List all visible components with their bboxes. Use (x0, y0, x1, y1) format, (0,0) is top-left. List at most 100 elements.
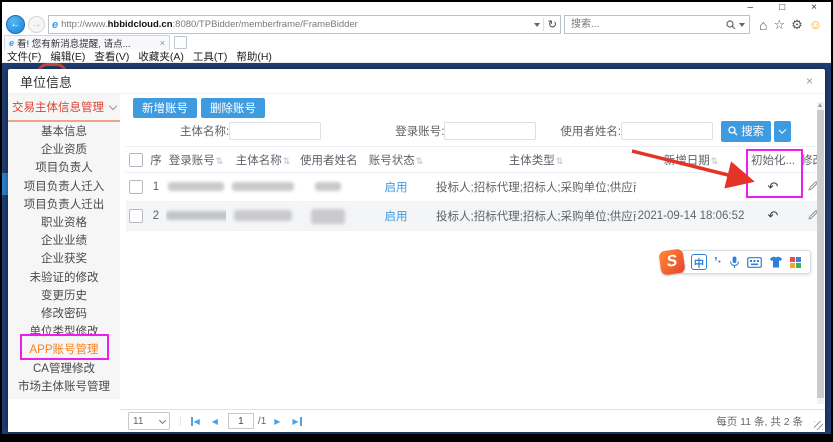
browser-menubar: 文件(F) 编辑(E) 查看(V) 收藏夹(A) 工具(T) 帮助(H) (2, 50, 831, 63)
sogou-ime-toolbar: S 中 ’· (660, 250, 811, 274)
menu-file[interactable]: 文件(F) (7, 49, 41, 64)
sidebar-item-change-history[interactable]: 变更历史 (8, 286, 120, 304)
sidebar-item-pm-move-out[interactable]: 项目负责人迁出 (8, 195, 120, 213)
sidebar-item-awards[interactable]: 企业获奖 (8, 249, 120, 267)
sidebar-item-unit-type-change[interactable]: 单位类型修改 (8, 322, 120, 340)
col-seq[interactable]: 序 (146, 147, 166, 173)
search-icon (728, 126, 738, 136)
user-name-input[interactable] (621, 122, 713, 140)
sort-icon[interactable]: ⇅ (283, 156, 291, 166)
back-button[interactable]: ← (6, 15, 25, 34)
subject-name-input[interactable] (229, 122, 321, 140)
first-page-button[interactable]: ◀ (191, 417, 200, 426)
sidebar-item-basic-info[interactable]: 基本信息 (8, 122, 120, 140)
cell-create-date: 2021-09-14 18:06:52 (636, 202, 746, 231)
menu-edit[interactable]: 编辑(E) (50, 49, 85, 64)
sidebar-item-unverified-changes[interactable]: 未验证的修改 (8, 268, 120, 286)
panel-close-icon[interactable]: × (806, 74, 813, 88)
new-tab-button[interactable] (174, 36, 187, 49)
initialize-icon[interactable]: ↶ (768, 179, 779, 194)
login-account-input[interactable] (444, 122, 536, 140)
panel-header: 单位信息 × (8, 69, 825, 94)
col-subject-name[interactable]: 主体名称⇅ (226, 147, 300, 173)
menu-favorites[interactable]: 收藏夹(A) (138, 49, 184, 64)
sort-icon[interactable]: ⇅ (556, 156, 564, 166)
menu-view[interactable]: 查看(V) (94, 49, 129, 64)
cell-subject-type: 投标人;招标代理;招标人;采购单位;供应商;采购代理 (436, 173, 636, 202)
row-checkbox[interactable] (129, 209, 143, 223)
window-close-button[interactable]: × (811, 3, 817, 13)
sort-icon[interactable]: ⇅ (416, 156, 424, 166)
toolbox-grid-icon[interactable] (790, 257, 801, 268)
search-dropdown-icon[interactable] (739, 23, 745, 27)
scroll-up-icon[interactable] (818, 103, 822, 107)
col-login[interactable]: 登录账号⇅ (166, 147, 226, 173)
initialize-icon[interactable]: ↶ (768, 208, 779, 223)
sort-icon[interactable]: ⇅ (711, 156, 719, 166)
ie-page-icon: e (52, 19, 58, 31)
keyboard-icon[interactable] (747, 257, 762, 268)
sidebar-item-ca-mgmt[interactable]: CA管理修改 (8, 358, 120, 376)
sidebar-item-change-password[interactable]: 修改密码 (8, 304, 120, 322)
settings-gear-icon[interactable]: ⚙ (791, 17, 803, 33)
sidebar-item-market-account-mgmt[interactable]: 市场主体账号管理 (8, 377, 120, 395)
prev-page-button[interactable]: ◀ (212, 417, 218, 426)
address-bar[interactable]: e http://www.hbbidcloud.cn:8080/TPBidder… (48, 15, 561, 34)
search-options-dropdown-button[interactable] (774, 121, 791, 142)
window-restore-button[interactable]: □ (779, 3, 785, 13)
menu-tools[interactable]: 工具(T) (193, 49, 227, 64)
redacted-subject-name (234, 210, 292, 221)
delete-account-button[interactable]: 删除账号 (201, 98, 265, 118)
favorites-star-icon[interactable]: ☆ (773, 17, 785, 33)
home-icon[interactable]: ⌂ (759, 17, 767, 33)
next-page-button[interactable]: ▶ (274, 417, 280, 426)
scrollbar-thumb[interactable] (817, 110, 824, 398)
col-user-name[interactable]: 使用者姓名⇅ (300, 147, 356, 173)
sidebar-group-header[interactable]: 交易主体信息管理 (8, 94, 120, 122)
resize-grip-icon[interactable] (814, 421, 823, 430)
browser-search-box[interactable] (564, 15, 750, 34)
sidebar-item-occupation[interactable]: 职业资格 (8, 213, 120, 231)
main-content: 新增账号 删除账号 主体名称: 登录账号: 使用者姓名: 搜索 (120, 94, 825, 432)
add-account-button[interactable]: 新增账号 (133, 98, 197, 118)
tab-close-icon[interactable]: × (160, 38, 165, 48)
status-enabled[interactable]: 启用 (385, 211, 408, 223)
sidebar-item-project-manager[interactable]: 项目负责人 (8, 158, 120, 176)
col-status[interactable]: 账号状态⇅ (356, 147, 436, 173)
search-magnifier-icon[interactable] (726, 20, 736, 30)
refresh-icon[interactable]: ↻ (543, 18, 557, 31)
forward-button[interactable]: → (28, 16, 45, 33)
sidebar-item-performance[interactable]: 企业业绩 (8, 231, 120, 249)
sidebar-item-qualification[interactable]: 企业资质 (8, 140, 120, 158)
page-number-input[interactable] (228, 413, 254, 429)
col-subject-type[interactable]: 主体类型⇅ (436, 147, 636, 173)
user-name-label: 使用者姓名: (560, 123, 621, 139)
sidebar-item-app-account-mgmt[interactable]: APP账号管理 (8, 340, 120, 358)
page-size-select[interactable]: 11 (128, 412, 170, 430)
url-dropdown-icon[interactable] (534, 23, 540, 27)
skin-tshirt-icon[interactable] (769, 256, 783, 268)
window-minimize-button[interactable]: – (748, 3, 754, 13)
pagination-bar: 11 | ◀ ◀ /1 ▶ ▶ 每页 11 条, 共 2 条 (120, 409, 825, 432)
sidebar-item-pm-move-in[interactable]: 项目负责人迁入 (8, 177, 120, 195)
last-page-button[interactable]: ▶ (292, 417, 301, 426)
status-enabled[interactable]: 启用 (385, 182, 408, 194)
redacted-user-name (311, 209, 345, 224)
col-create-date[interactable]: 新增日期⇅ (636, 147, 746, 173)
feedback-smiley-icon[interactable]: ☺ (809, 17, 822, 32)
menu-help[interactable]: 帮助(H) (236, 49, 272, 64)
sidebar: 交易主体信息管理 基本信息 企业资质 项目负责人 项目负责人迁入 项目负责人迁出… (8, 94, 120, 432)
filter-row: 主体名称: 登录账号: 使用者姓名: 搜索 (120, 120, 815, 142)
search-button[interactable]: 搜索 (721, 121, 771, 142)
sogou-logo-icon[interactable]: S (658, 248, 685, 275)
pagination-summary: 每页 11 条, 共 2 条 (716, 414, 803, 429)
url-text: http://www.hbbidcloud.cn:8080/TPBidder/m… (61, 19, 531, 30)
microphone-icon[interactable] (729, 256, 740, 269)
sort-icon[interactable]: ⇅ (216, 156, 224, 166)
row-checkbox[interactable] (129, 180, 143, 194)
ime-chinese-mode-icon[interactable]: 中 (691, 254, 707, 270)
vertical-scrollbar[interactable] (817, 102, 824, 404)
ime-punctuation-icon[interactable]: ’· (714, 257, 722, 267)
browser-search-input[interactable] (569, 18, 723, 31)
select-all-checkbox[interactable] (129, 153, 143, 167)
